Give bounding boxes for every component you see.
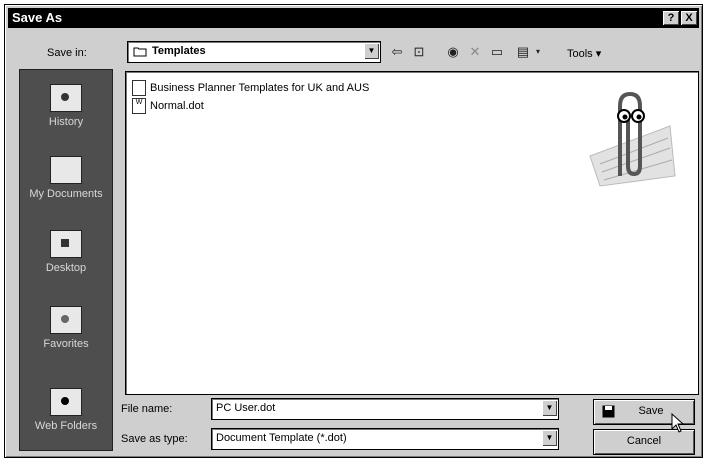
file-list[interactable]: Business Planner Templates for UK and AU… (125, 71, 699, 395)
close-button[interactable]: X (681, 11, 697, 25)
file-name-value: PC User.dot (216, 402, 276, 414)
chevron-down-icon[interactable]: ▼ (364, 43, 379, 59)
history-icon (50, 84, 82, 112)
place-desktop[interactable]: Desktop (20, 230, 112, 274)
folder-icon (133, 47, 147, 57)
places-bar: History My Documents Desktop Favorites W… (19, 69, 113, 451)
save-type-value: Document Template (*.dot) (216, 432, 347, 444)
file-name: Normal.dot (150, 100, 204, 112)
views-icon[interactable]: ▤ (513, 43, 533, 61)
desktop-icon (50, 230, 82, 258)
save-type-dropdown[interactable]: Document Template (*.dot) ▼ (211, 428, 559, 450)
place-label: History (48, 116, 84, 128)
save-type-label: Save as type: (121, 433, 188, 445)
title-bar: Save As ? X (8, 8, 699, 28)
list-item[interactable]: Business Planner Templates for UK and AU… (132, 80, 370, 97)
save-in-dropdown[interactable]: Templates ▼ (127, 41, 381, 63)
save-in-label: Save in: (47, 47, 87, 59)
tools-menu[interactable]: Tools ▾ (567, 47, 601, 60)
save-button-label: Save (638, 405, 664, 417)
place-label: Web Folders (34, 420, 98, 432)
mouse-cursor-icon (671, 413, 685, 433)
place-my-documents[interactable]: My Documents (20, 156, 112, 200)
office-assistant-icon (589, 91, 676, 187)
place-favorites[interactable]: Favorites (20, 306, 112, 350)
web-folders-icon (50, 388, 82, 416)
place-label: Desktop (45, 262, 87, 274)
folder-doc-icon (132, 80, 146, 97)
floppy-disk-icon (602, 405, 615, 418)
up-folder-icon[interactable]: ⊡ (409, 43, 429, 61)
place-web-folders[interactable]: Web Folders (20, 388, 112, 432)
tools-label: Tools (567, 48, 593, 60)
place-history[interactable]: History (20, 84, 112, 128)
list-item[interactable]: W Normal.dot (132, 98, 204, 115)
save-as-dialog: Save As ? X Save in: Templates ▼ ⇦ ⊡ ◉ ✕… (4, 4, 703, 458)
save-in-value: Templates (152, 45, 206, 57)
place-label: My Documents (29, 188, 103, 200)
place-label: Favorites (43, 338, 89, 350)
dialog-title: Save As (12, 10, 63, 25)
file-name: Business Planner Templates for UK and AU… (150, 82, 370, 94)
delete-icon[interactable]: ✕ (465, 43, 485, 61)
new-folder-icon[interactable]: ▭ (487, 43, 507, 61)
file-name-input[interactable]: PC User.dot ▼ (211, 398, 559, 420)
favorites-icon (50, 306, 82, 334)
chevron-down-icon[interactable]: ▼ (542, 400, 557, 416)
back-icon[interactable]: ⇦ (387, 43, 407, 61)
search-web-icon[interactable]: ◉ (443, 43, 463, 61)
my-documents-icon (50, 156, 82, 184)
chevron-down-icon[interactable]: ▼ (542, 430, 557, 446)
word-template-icon: W (132, 98, 146, 115)
help-button[interactable]: ? (663, 11, 679, 25)
file-name-label: File name: (121, 403, 173, 415)
views-chevron-icon[interactable]: ▾ (533, 43, 543, 61)
